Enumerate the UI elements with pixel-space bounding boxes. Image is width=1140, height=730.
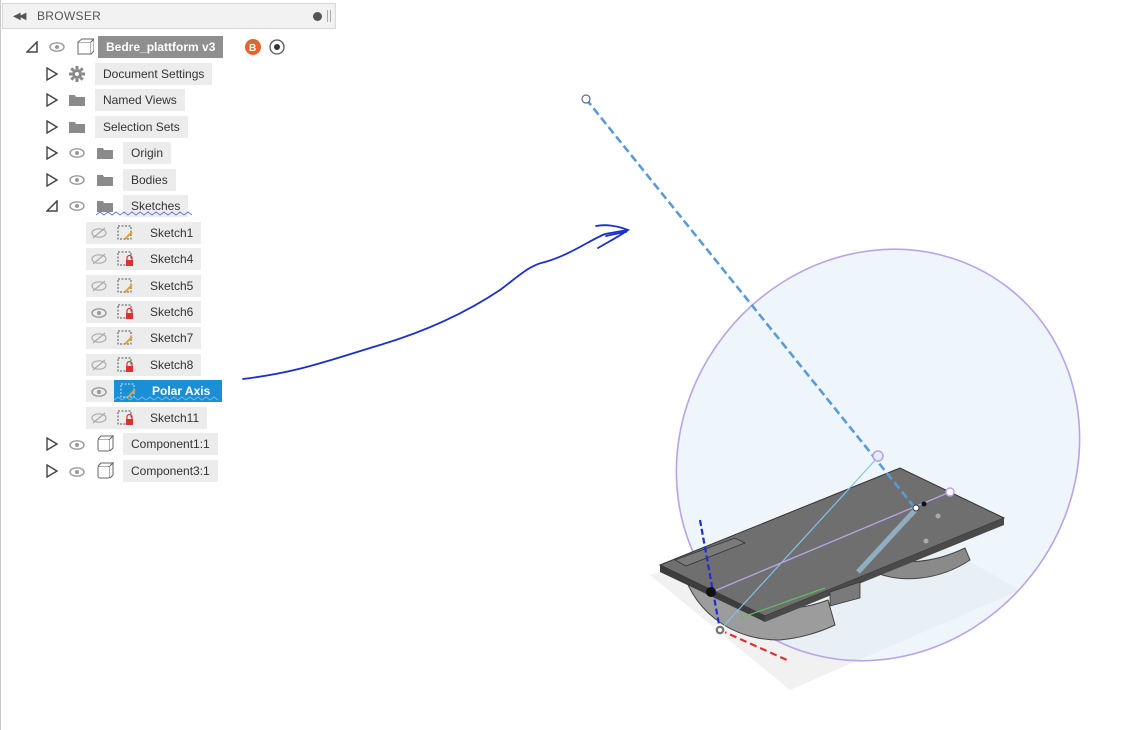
collapse-triangle-icon[interactable] <box>46 199 58 213</box>
error-badge-icon[interactable]: B <box>244 38 262 56</box>
panel-resize-grip[interactable] <box>327 10 331 22</box>
hidden-eye-icon[interactable] <box>90 280 108 292</box>
collapse-panel-icon[interactable]: ◀◀ <box>13 11 27 22</box>
pin-icon[interactable] <box>313 11 322 21</box>
sketch-icon <box>116 329 134 347</box>
expand-triangle-icon[interactable] <box>46 146 58 160</box>
tree-item-label[interactable]: Component1:1 <box>123 433 218 455</box>
expand-triangle-icon[interactable] <box>46 67 58 81</box>
hidden-eye-icon[interactable] <box>90 332 108 344</box>
hidden-eye-icon[interactable] <box>90 412 108 424</box>
folder-icon <box>96 144 114 162</box>
visibility-eye-icon[interactable] <box>68 439 86 451</box>
tree-item-label[interactable]: Selection Sets <box>95 116 188 138</box>
folder-icon <box>68 118 86 136</box>
sketch-icon <box>116 277 134 295</box>
expand-triangle-icon[interactable] <box>46 464 58 478</box>
tree-item-label[interactable]: Sketch1 <box>142 222 202 244</box>
tree-item-label[interactable]: Origin <box>123 142 172 164</box>
tree-item-label[interactable]: Document Settings <box>95 63 213 85</box>
tree-item-label[interactable]: Bodies <box>123 169 176 191</box>
annotation-arrow-stroke <box>242 229 629 380</box>
axis-endpoint-top[interactable] <box>581 94 591 104</box>
root-component-label[interactable]: Bedre_plattform v3 <box>98 36 224 58</box>
dirty-underline <box>96 211 192 216</box>
tree-item-label[interactable]: Component3:1 <box>123 460 218 482</box>
visibility-eye-icon[interactable] <box>68 466 86 478</box>
window-left-border <box>0 0 1 730</box>
visibility-eye-icon[interactable] <box>48 41 66 53</box>
sketch-point-black[interactable] <box>706 587 716 597</box>
tree-item-label[interactable]: Named Views <box>95 89 185 111</box>
origin-point-inner <box>718 628 722 632</box>
locked-sketch-icon <box>116 250 134 268</box>
tree-item-label[interactable]: Sketch6 <box>142 301 202 323</box>
expand-triangle-icon[interactable] <box>46 437 58 451</box>
visibility-eye-icon[interactable] <box>68 200 86 212</box>
activate-radio-icon[interactable] <box>268 38 286 56</box>
dirty-underline <box>114 396 219 401</box>
collapse-triangle-icon[interactable] <box>26 40 38 54</box>
browser-title: BROWSER <box>37 9 102 23</box>
visibility-eye-icon[interactable] <box>90 386 108 398</box>
gear-icon <box>68 65 86 83</box>
hidden-eye-icon[interactable] <box>90 253 108 265</box>
component-icon <box>96 435 114 453</box>
folder-icon <box>68 91 86 109</box>
tree-item-label[interactable]: Sketch11 <box>142 407 208 429</box>
locked-sketch-icon <box>116 303 134 321</box>
locked-sketch-icon <box>116 409 134 427</box>
visibility-eye-icon[interactable] <box>90 307 108 319</box>
visibility-eye-icon[interactable] <box>68 147 86 159</box>
plate-screw-2 <box>923 538 929 544</box>
plate-point <box>912 504 920 512</box>
tree-item-label[interactable]: Sketch5 <box>142 275 202 297</box>
expand-triangle-icon[interactable] <box>46 93 58 107</box>
axis-midpoint[interactable] <box>872 450 884 462</box>
hidden-eye-icon[interactable] <box>90 227 108 239</box>
visibility-eye-icon[interactable] <box>68 174 86 186</box>
component-icon <box>76 38 94 56</box>
sketch-icon <box>116 224 134 242</box>
plate-screw-1 <box>935 513 941 519</box>
tree-item-label[interactable]: Sketch8 <box>142 354 202 376</box>
tree-item-label[interactable]: Sketch4 <box>142 248 202 270</box>
tree-item-label[interactable]: Sketch7 <box>142 327 202 349</box>
folder-icon <box>96 171 114 189</box>
expand-triangle-icon[interactable] <box>46 120 58 134</box>
plate-point-dark <box>921 501 927 507</box>
component-icon <box>96 462 114 480</box>
locked-sketch-icon <box>116 356 134 374</box>
browser-panel-header: ◀◀ BROWSER <box>2 3 336 29</box>
ellipse-point-right[interactable] <box>945 487 955 497</box>
svg-text:B: B <box>249 43 256 54</box>
hidden-eye-icon[interactable] <box>90 359 108 371</box>
expand-triangle-icon[interactable] <box>46 173 58 187</box>
